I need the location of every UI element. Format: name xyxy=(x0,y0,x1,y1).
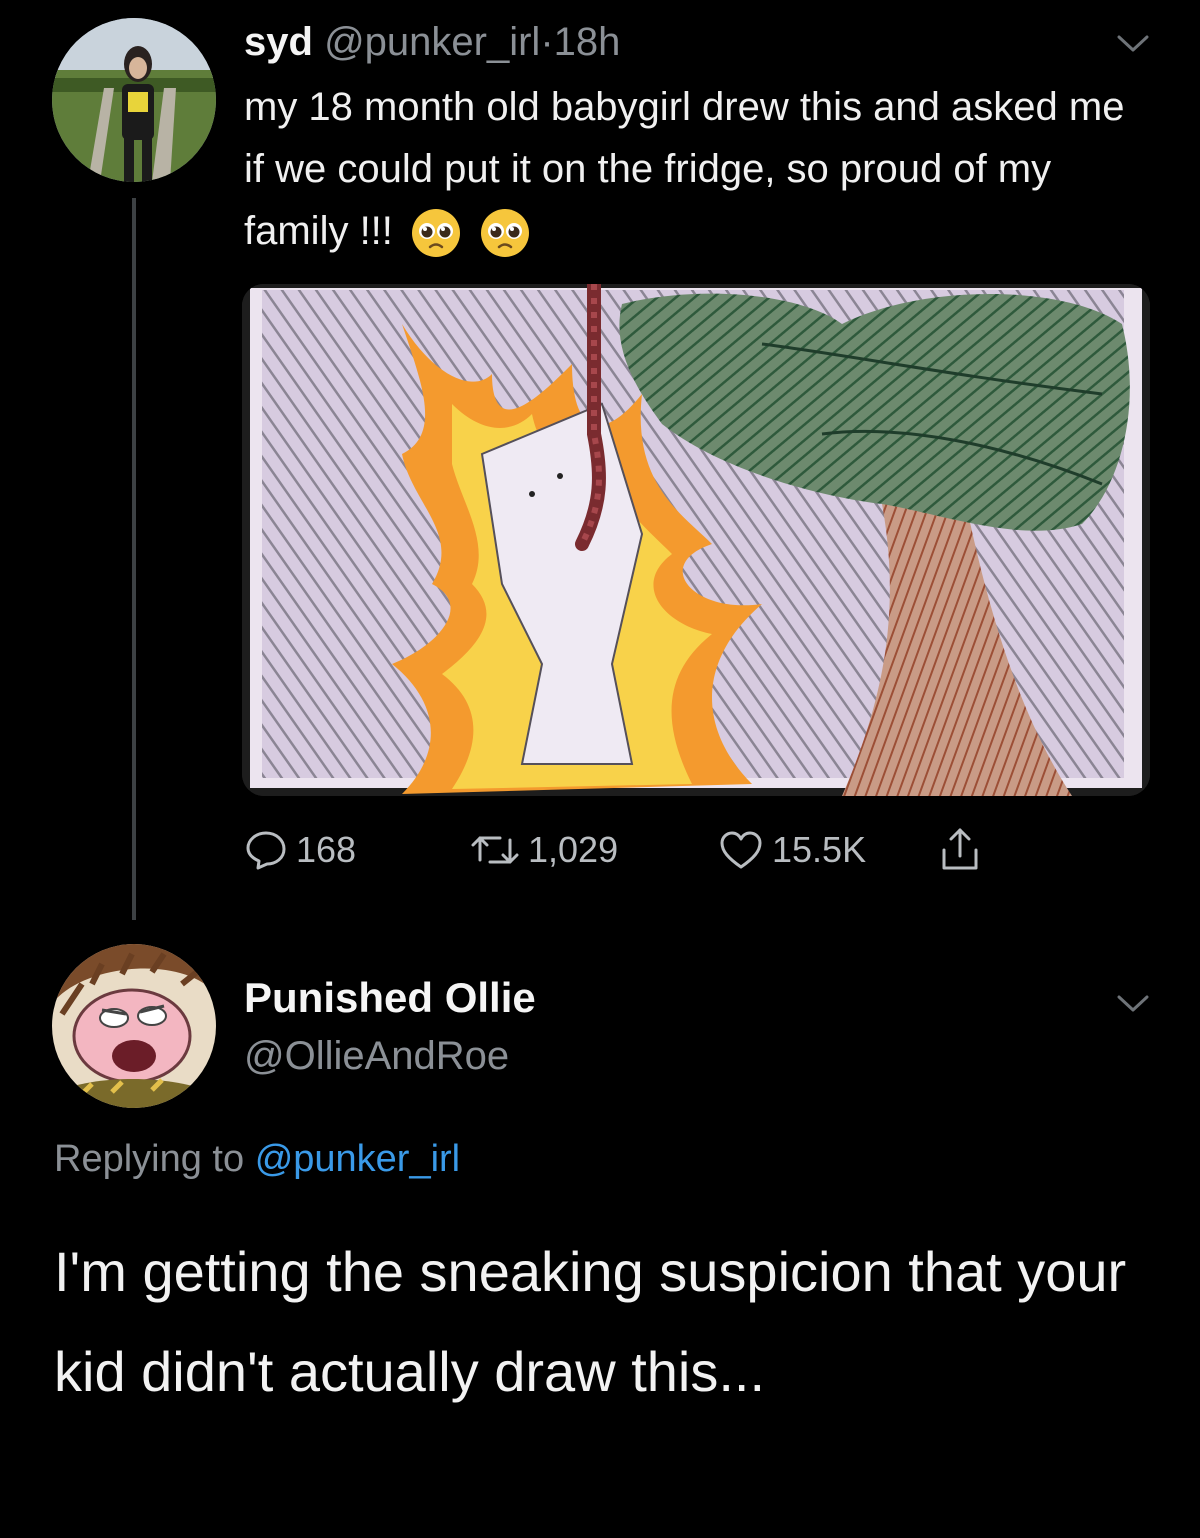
avatar-photo-icon xyxy=(52,18,216,182)
share-button[interactable] xyxy=(938,826,982,874)
retweet-count: 1,029 xyxy=(528,829,619,870)
reply-count: 168 xyxy=(296,829,357,870)
pleading-face-icon xyxy=(412,209,461,258)
retweet-button[interactable]: 1,029 xyxy=(470,826,618,874)
tweet-header: syd @punker_irl·18h xyxy=(244,16,620,68)
like-button[interactable]: 15.5K xyxy=(718,826,866,874)
reply-author-handle[interactable]: @OllieAndRoe xyxy=(244,1034,509,1079)
retweet-icon xyxy=(471,836,519,864)
tweet-body: my 18 month old babygirl drew this and a… xyxy=(244,76,1144,262)
author-name[interactable]: syd xyxy=(244,20,313,64)
tweet-text: my 18 month old babygirl drew this and a… xyxy=(244,85,1125,253)
reply-author-name[interactable]: Punished Ollie xyxy=(244,974,536,1022)
chevron-down-icon[interactable] xyxy=(1116,34,1150,54)
reply-icon xyxy=(246,831,286,870)
replying-to-prefix: Replying to xyxy=(54,1138,245,1180)
header-separator: · xyxy=(540,20,554,64)
author-handle[interactable]: @punker_irl xyxy=(324,20,540,64)
thread-connector-line xyxy=(132,198,136,920)
pleading-face-icon xyxy=(481,209,530,258)
tweet-timestamp[interactable]: 18h xyxy=(554,20,621,64)
chevron-down-icon[interactable] xyxy=(1116,994,1150,1014)
tweet-media-image[interactable] xyxy=(242,284,1150,796)
reply-text: I'm getting the sneaking suspicion that … xyxy=(54,1240,1127,1403)
crayon-drawing-image xyxy=(242,284,1150,796)
avatar-syd[interactable] xyxy=(52,18,216,182)
heart-icon xyxy=(720,831,762,869)
reply-button[interactable]: 168 xyxy=(244,826,356,874)
cartoon-avatar-icon xyxy=(52,944,216,1108)
tweet-action-bar: 168 1,029 15.5K xyxy=(244,826,1044,874)
avatar-punished-ollie[interactable] xyxy=(52,944,216,1108)
replying-to-line: Replying to @punker_irl xyxy=(54,1138,460,1181)
like-count: 15.5K xyxy=(772,829,867,870)
share-icon xyxy=(942,828,978,870)
replying-to-mention[interactable]: @punker_irl xyxy=(255,1138,460,1180)
